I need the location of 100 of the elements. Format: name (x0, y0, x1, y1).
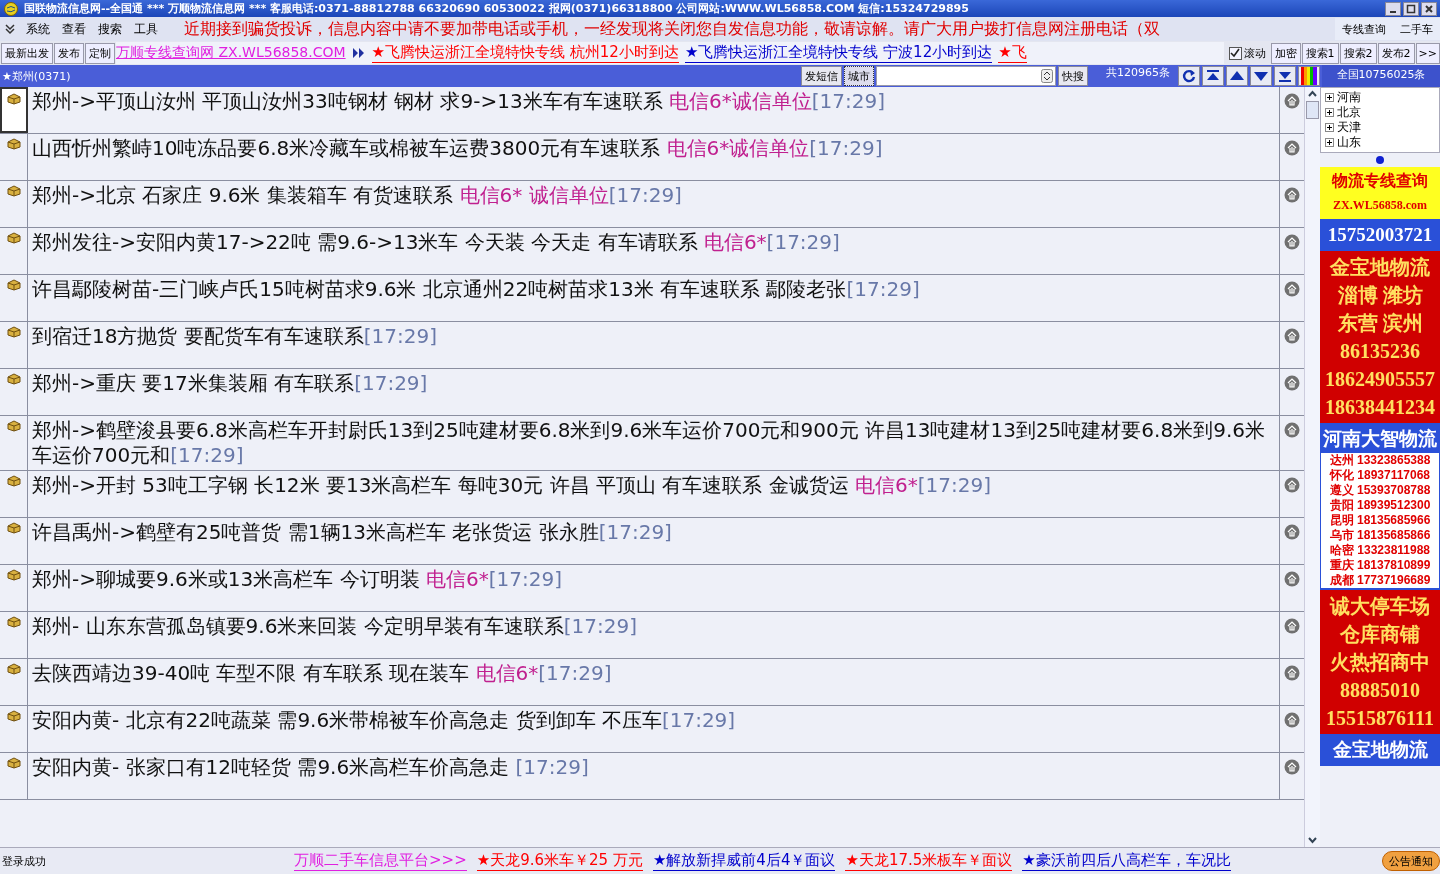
house-badge-icon[interactable] (1284, 281, 1300, 297)
close-button[interactable] (1421, 1, 1437, 16)
region-item[interactable]: 天津 (1337, 120, 1361, 135)
quick-search-button[interactable]: 快搜 (1058, 66, 1088, 86)
cargo-message[interactable]: 郑州->重庆 要17米集装厢 有车联系[17:29] (28, 369, 1279, 415)
ad-text: 淄博 潍坊 (1336, 283, 1424, 308)
toolbar-button[interactable]: 定制 (85, 42, 115, 64)
cargo-message[interactable]: 郑州- 山东东营孤岛镇要9.6米来回装 今定明早装有车速联系[17:29] (28, 612, 1279, 658)
cargo-message[interactable]: 到宿迁18方抛货 要配货车有车速联系[17:29] (28, 322, 1279, 368)
house-badge-icon[interactable] (1284, 140, 1300, 156)
house-badge-icon[interactable] (1284, 375, 1300, 391)
notice-button[interactable]: 公告通知 (1382, 851, 1440, 871)
house-badge-icon[interactable] (1284, 422, 1300, 438)
expand-toggle[interactable] (1325, 138, 1334, 147)
cargo-message[interactable]: 许昌禹州->鹤壁有25吨普货 需1辆13米高栏车 老张货运 张永胜[17:29] (28, 518, 1279, 564)
house-badge-icon[interactable] (1284, 712, 1300, 728)
ad-text: 86135236 (1339, 339, 1421, 364)
region-item[interactable]: 山东 (1337, 135, 1361, 150)
ad-banner[interactable]: 诚大停车场 仓库商铺 火热招商中 88885010 15515876111 (1320, 590, 1440, 734)
cargo-message[interactable]: 山西忻州繁峙10吨冻品要6.8米冷藏车或棉被车运费3800元有车速联系 电信6*诚信单位[17:29] (28, 134, 1279, 180)
ticker-ad[interactable]: ★飞腾快运浙江全境特快专线 杭州12小时到达 (371, 43, 679, 63)
up-button[interactable] (1226, 66, 1248, 86)
scroll-thumb[interactable] (1306, 101, 1319, 119)
cargo-message[interactable]: 安阳内黄- 张家口有12吨轻货 需9.6米高栏车价高急走 [17:29] (28, 753, 1279, 799)
menu-item[interactable]: 查看 (56, 20, 92, 38)
expand-toggle[interactable] (1325, 93, 1334, 102)
plus-icon (1325, 93, 1334, 102)
ad-banner[interactable]: 金宝地物流 淄博 潍坊 东营 滨州 86135236 18624905557 18638441234 (1320, 251, 1440, 423)
package-icon (6, 138, 21, 150)
ticker-ad[interactable]: ★豪沃前四后八高栏车，车况比 (1022, 851, 1231, 871)
down-button[interactable] (1250, 66, 1272, 86)
row-marker[interactable] (0, 87, 28, 133)
cargo-message[interactable]: 去陕西靖边39-40吨 车型不限 有车联系 现在装车 电信6*[17:29] (28, 659, 1279, 705)
national-count: 全国10756025条 (1322, 65, 1440, 87)
expand-toggle[interactable] (1325, 108, 1334, 117)
house-badge-icon[interactable] (1284, 328, 1300, 344)
splitter-icon[interactable] (1374, 155, 1386, 165)
last-button[interactable] (1274, 66, 1296, 86)
scroll-checkbox[interactable]: 滚动 (1224, 45, 1270, 61)
house-badge-icon[interactable] (1284, 571, 1300, 587)
toolbar-button[interactable]: 发布2 (1377, 42, 1415, 64)
ad-banner[interactable]: 河南大智物流 达州 13323865388 怀化 18937117068 遵义 15393708788 贵阳 18939512300 昆明 18135685966 乌市 18135685866 哈密 13323811988 重庆 18137810899 成都 17737196689 (1320, 423, 1440, 590)
ad-banner[interactable]: 15752003721 (1320, 219, 1440, 251)
checkbox[interactable] (1228, 46, 1242, 60)
close-icon (1424, 3, 1434, 14)
cargo-message[interactable]: 郑州发往->安阳内黄17->22吨 需9.6->13米车 今天装 今天走 有车请联系 电信6*[17:29] (28, 228, 1279, 274)
ticker-ad[interactable]: ★飞 (998, 43, 1027, 63)
ticker-ad[interactable]: ★飞腾快运浙江全境特快专线 宁波12小时到达 (684, 43, 993, 63)
cargo-message[interactable]: 郑州->鹤壁浚县要6.8米高栏车开封尉氏13到25吨建材要6.8米到9.6米车运价700元和900元 许昌13吨建材13到25吨建材要6.8米到9.6米车运价700元和[17:29] (28, 416, 1279, 470)
first-button[interactable] (1202, 66, 1224, 86)
directory-entry: 哈密 13323811988 (1321, 543, 1439, 558)
minimize-icon (1390, 10, 1396, 13)
plus-icon (1325, 123, 1334, 132)
region-item[interactable]: 河南 (1337, 90, 1361, 105)
more-button[interactable]: >> (1415, 42, 1440, 64)
expand-toggle[interactable] (1325, 123, 1334, 132)
toolbar-button[interactable]: 发布 (54, 42, 84, 64)
directory-entry: 怀化 18937117068 (1321, 468, 1439, 483)
menu-item[interactable]: 搜索 (92, 20, 128, 38)
color-button[interactable] (1298, 66, 1320, 86)
house-badge-icon[interactable] (1284, 187, 1300, 203)
globe-logo-icon (4, 1, 18, 16)
city-button[interactable]: 城市 (844, 66, 874, 86)
package-icon (6, 232, 21, 244)
cargo-message[interactable]: 安阳内黄- 北京有22吨蔬菜 需9.6米带棉被车价高急走 货到卸车 不压车[17:29] (28, 706, 1279, 752)
ticker-ad[interactable]: ★解放新捍威前4后4￥面议 (652, 851, 836, 871)
cargo-message[interactable]: 郑州->聊城要9.6米或13米高栏车 今订明装 电信6*[17:29] (28, 565, 1279, 611)
toolbar-button[interactable]: 加密 (1270, 42, 1301, 64)
house-badge-icon[interactable] (1284, 234, 1300, 250)
city-dropdown[interactable] (876, 66, 1056, 86)
menu-item[interactable]: 系统 (20, 20, 56, 38)
maximize-button[interactable] (1403, 1, 1419, 16)
toolbar-button[interactable]: 搜索1 (1301, 42, 1339, 64)
house-badge-icon[interactable] (1284, 524, 1300, 540)
spinner-arrows-icon (1041, 69, 1053, 83)
house-badge-icon[interactable] (1284, 477, 1300, 493)
window-title: 国联物流信息网--全国通 *** 万顺物流信息网 *** 客服电话:0371-88812788 66320690 60530022 报网(0371)66318800 公司网站:WWW.WL56858.COM 短信:15324729895 (24, 1, 970, 16)
cargo-message[interactable]: 郑州->开封 53吨工字钢 长12米 要13米高栏车 每吨30元 许昌 平顶山 有车速联系 金诚货运 电信6*[17:29] (28, 471, 1279, 517)
ad-banner[interactable]: 金宝地物流 (1320, 734, 1440, 766)
house-badge-icon[interactable] (1284, 759, 1300, 775)
house-badge-icon[interactable] (1284, 665, 1300, 681)
cargo-message[interactable]: 许昌鄢陵树苗-三门峡卢氏15吨树苗求9.6米 北京通州22吨树苗求13米 有车速联系 鄢陵老张[17:29] (28, 275, 1279, 321)
package-icon (7, 93, 21, 105)
house-badge-icon[interactable] (1284, 93, 1300, 109)
sms-button[interactable]: 发短信 (801, 66, 842, 86)
house-badge-icon[interactable] (1284, 618, 1300, 634)
toolbar-button[interactable]: 搜索2 (1339, 42, 1377, 64)
top-tab[interactable]: 专线查询 (1335, 18, 1393, 40)
region-item[interactable]: 北京 (1337, 105, 1361, 120)
cargo-message[interactable]: 郑州->北京 石家庄 9.6米 集装箱车 有货速联系 电信6* 诚信单位[17:29] (28, 181, 1279, 227)
refresh-button[interactable] (1178, 66, 1200, 86)
ad-banner[interactable]: 物流专线查询 ZX.WL56858.com (1320, 167, 1440, 219)
package-icon (6, 279, 21, 291)
scrollbar[interactable] (1304, 87, 1320, 847)
top-tab[interactable]: 二手车 (1393, 18, 1440, 40)
menu-item[interactable]: 工具 (128, 20, 164, 38)
toolbar-button[interactable]: 最新出发 (1, 42, 53, 64)
cargo-message[interactable]: 郑州->平顶山汝州 平顶山汝州33吨钢材 钢材 求9->13米车有车速联系 电信6*诚信单位[17:29] (28, 87, 1279, 133)
ad-text: 物流专线查询 (1331, 171, 1429, 191)
minimize-button[interactable] (1385, 1, 1401, 16)
